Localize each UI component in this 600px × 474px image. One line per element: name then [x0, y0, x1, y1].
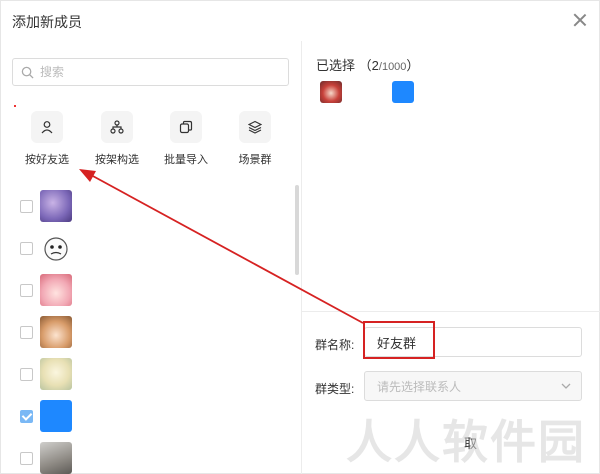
red-dot	[14, 105, 16, 107]
search-box[interactable]	[12, 58, 289, 86]
selected-header: 已选择 （2/1000）	[316, 55, 419, 74]
add-member-dialog: 添加新成员 按好友选 按架构选	[0, 0, 600, 474]
member-checkbox[interactable]	[20, 284, 33, 297]
close-paren: ）	[406, 58, 420, 73]
annotation-highlight-box	[363, 321, 435, 359]
tool-scene-group[interactable]: 场景群	[220, 111, 290, 167]
tool-label: 场景群	[238, 154, 272, 166]
list-item[interactable]	[20, 399, 120, 433]
layers-icon	[239, 111, 271, 143]
blue-square-avatar	[40, 400, 72, 432]
tool-bulk-import[interactable]: 批量导入	[151, 111, 221, 167]
scrollbar[interactable]	[295, 185, 299, 275]
selected-avatar[interactable]	[392, 81, 414, 103]
group-type-select[interactable]: 请先选择联系人	[364, 371, 582, 401]
list-item[interactable]	[20, 231, 120, 265]
tool-label: 批量导入	[164, 154, 208, 166]
close-icon[interactable]	[573, 13, 587, 27]
person-icon	[31, 111, 63, 143]
selected-total: /1000	[378, 61, 407, 73]
light-anime-avatar	[40, 358, 72, 390]
anime-girl-avatar	[40, 316, 72, 348]
group-type-label: 群类型:	[315, 382, 355, 396]
selected-label: 已选择	[316, 58, 356, 73]
search-icon	[21, 66, 34, 79]
list-item[interactable]	[20, 273, 120, 307]
tool-by-org[interactable]: 按架构选	[82, 111, 152, 167]
purple-blur-avatar	[40, 190, 72, 222]
selected-avatar[interactable]	[320, 81, 342, 103]
list-item[interactable]	[20, 357, 120, 391]
member-checkbox-checked[interactable]	[20, 410, 33, 423]
member-checkbox[interactable]	[20, 368, 33, 381]
member-checkbox[interactable]	[20, 452, 33, 465]
divider	[302, 311, 600, 312]
dialog-title: 添加新成员	[12, 14, 82, 30]
left-panel: 按好友选 按架构选 批量导入 场景群	[1, 41, 301, 474]
selection-tools: 按好友选 按架构选 批量导入 场景群	[17, 111, 287, 171]
chevron-down-icon	[561, 383, 571, 389]
group-name-label: 群名称:	[315, 338, 355, 352]
member-checkbox[interactable]	[20, 242, 33, 255]
open-paren: （	[358, 58, 372, 73]
list-item[interactable]	[20, 315, 120, 349]
pink-character-avatar	[40, 274, 72, 306]
member-checkbox[interactable]	[20, 326, 33, 339]
list-item[interactable]	[20, 189, 120, 223]
selected-count: 2	[371, 58, 379, 73]
group-type-placeholder: 请先选择联系人	[377, 379, 462, 394]
gray-photo-avatar	[40, 442, 72, 474]
tool-label: 按好友选	[25, 154, 69, 166]
search-input[interactable]	[40, 65, 270, 79]
meme-face-avatar	[40, 232, 72, 264]
list-item[interactable]	[20, 441, 120, 474]
member-checkbox[interactable]	[20, 200, 33, 213]
tool-label: 按架构选	[95, 154, 139, 166]
tool-by-friend[interactable]: 按好友选	[12, 111, 82, 167]
org-tree-icon	[101, 111, 133, 143]
import-icon	[170, 111, 202, 143]
watermark: 人人软件园	[346, 415, 586, 469]
